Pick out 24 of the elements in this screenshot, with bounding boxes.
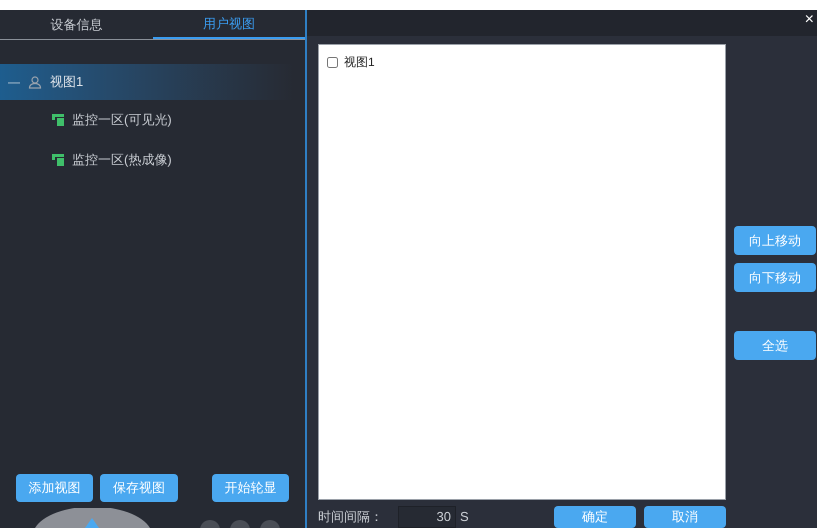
action-button[interactable]: 开始轮显 (212, 474, 289, 502)
camera-icon (52, 154, 66, 166)
action-button[interactable]: 添加视图 (16, 474, 94, 502)
action-button[interactable]: 向下移动 (734, 263, 816, 292)
tab[interactable]: 设备信息 (0, 10, 152, 39)
tree-label: 视图1 (50, 73, 84, 92)
action-button[interactable]: 向上移动 (734, 226, 816, 255)
action-button[interactable]: 全选 (734, 331, 816, 360)
action-button[interactable]: 确定 (554, 506, 636, 528)
view-label: 视图1 (344, 54, 375, 71)
unit-label: S (460, 508, 469, 526)
checkbox[interactable] (327, 56, 338, 68)
user-icon (28, 75, 42, 89)
tree-label: 监控一区(可见光) (72, 111, 172, 130)
tree-item[interactable]: 监控一区(可见光) (0, 100, 305, 140)
action-button[interactable]: 取消 (644, 506, 726, 528)
tree-label: 监控一区(热成像) (72, 151, 172, 170)
action-button[interactable]: 保存视图 (100, 474, 178, 502)
camera-icon (52, 114, 66, 126)
collapse-toggle[interactable]: — (8, 73, 20, 91)
tab[interactable]: 用户视图 (152, 10, 305, 39)
tree-item[interactable]: 监控一区(热成像) (0, 140, 305, 180)
interval-label: 时间间隔： (318, 508, 384, 526)
interval-field[interactable]: 30 (398, 506, 456, 528)
